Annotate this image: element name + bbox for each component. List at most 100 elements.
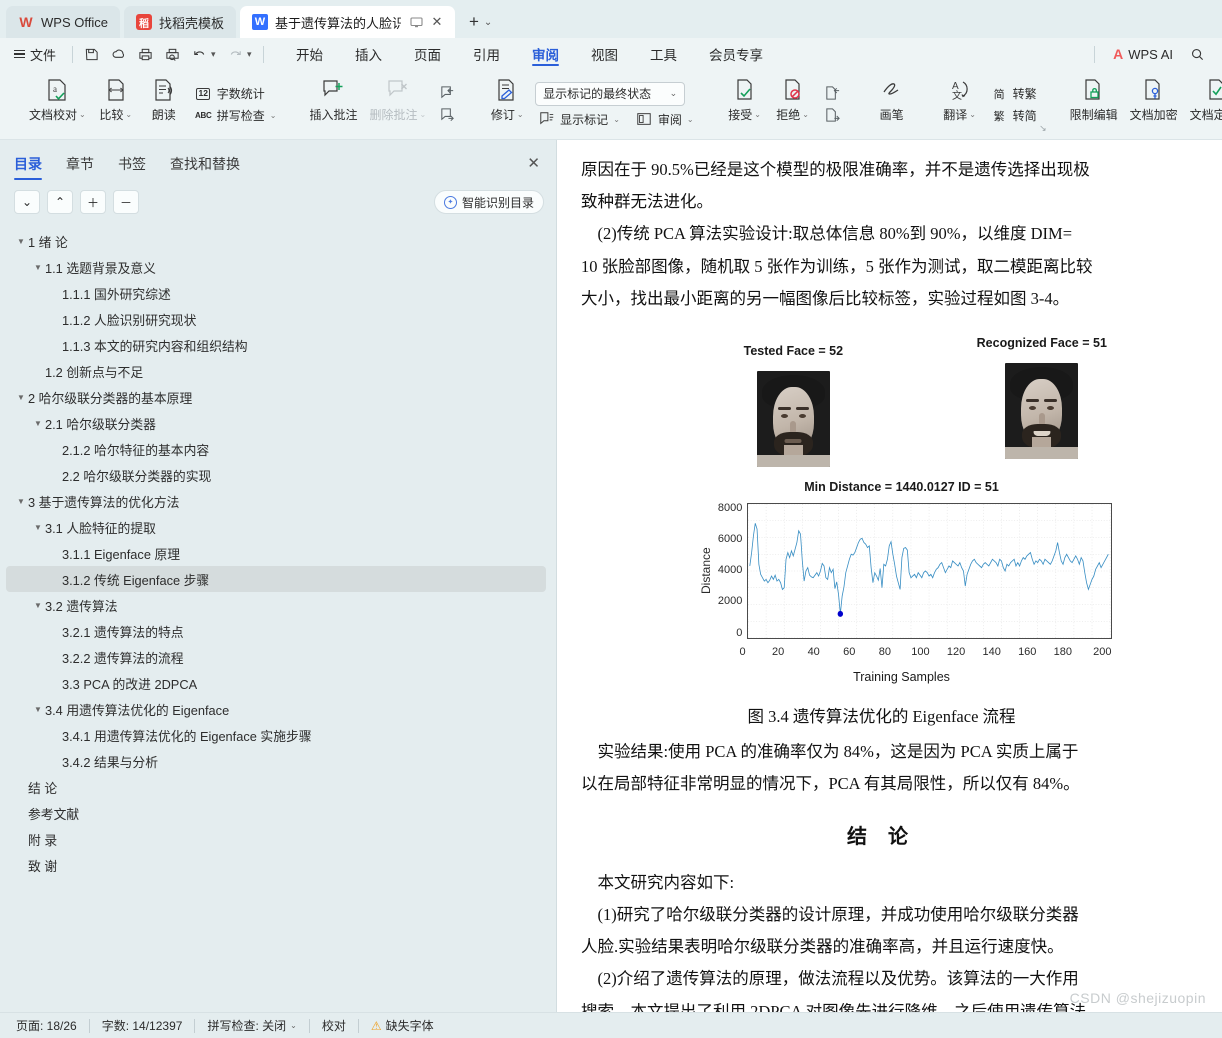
to-traditional-button[interactable]: 简 转繁	[988, 85, 1040, 102]
chevron-down-icon[interactable]: ⌄	[754, 110, 761, 119]
toc-item[interactable]: 1.1.2 人脸识别研究现状	[6, 306, 546, 332]
toc-item[interactable]: 3.4.2 结果与分析	[6, 748, 546, 774]
prev-change-button[interactable]	[821, 85, 844, 102]
toc-item[interactable]: 参考文献	[6, 800, 546, 826]
toc-item[interactable]: 致 谢	[6, 852, 546, 878]
markup-display-dropdown[interactable]: 显示标记的最终状态 ⌄	[535, 81, 686, 106]
menu-tab-start[interactable]: 开始	[280, 39, 339, 69]
menu-tab-tools[interactable]: 工具	[634, 39, 693, 69]
read-aloud-button[interactable]: 朗读	[140, 73, 188, 136]
panel-tab-toc[interactable]: 目录	[14, 150, 54, 182]
wps-ai-button[interactable]: A WPS AI	[1107, 46, 1179, 62]
compare-button[interactable]: 比较 ⌄	[92, 73, 140, 136]
search-icon[interactable]	[1185, 42, 1210, 66]
toc-item[interactable]: 3.2.1 遗传算法的特点	[6, 618, 546, 644]
save-icon[interactable]	[79, 42, 104, 66]
menu-tab-member[interactable]: 会员专享	[693, 39, 779, 69]
chevron-down-icon[interactable]: ⌄	[419, 110, 426, 119]
finalize-doc-button[interactable]: 文档定稿⌄	[1184, 73, 1222, 136]
insert-comment-button[interactable]: 插入批注	[303, 73, 363, 136]
chevron-down-icon[interactable]: ⌄	[517, 110, 524, 119]
menu-tab-view[interactable]: 视图	[575, 39, 634, 69]
embedded-figure[interactable]: Min Distance = 1440.0127 ID = 51 Tested …	[581, 315, 1222, 694]
chevron-down-icon[interactable]: ▼	[31, 419, 45, 428]
menu-tab-reference[interactable]: 引用	[457, 39, 516, 69]
demote-button[interactable]: －	[113, 190, 139, 214]
delete-comment-button[interactable]: 删除批注 ⌄	[363, 73, 432, 136]
show-markup-button[interactable]: 显示标记 ⌄	[535, 111, 623, 128]
chevron-down-icon[interactable]: ⌄	[125, 110, 132, 119]
spellcheck-indicator[interactable]: 拼写检查: 关闭 ⌄	[195, 1017, 308, 1034]
missing-font-indicator[interactable]: ⚠ 缺失字体	[359, 1017, 446, 1034]
chevron-down-icon[interactable]: ▼	[31, 601, 45, 610]
toc-item[interactable]: ▼ 3.2 遗传算法	[6, 592, 546, 618]
print-icon[interactable]	[133, 42, 158, 66]
chevron-down-icon[interactable]: ⌄	[802, 110, 809, 119]
document-canvas[interactable]: 原因在于 90.5%已经是这个模型的极限准确率，并不是遗传选择出现极 致种群无法…	[557, 140, 1222, 1012]
file-menu-button[interactable]: 文件	[8, 42, 66, 66]
present-mode-icon[interactable]	[408, 14, 424, 30]
toc-item[interactable]: ▼ 3 基于遗传算法的优化方法	[6, 488, 546, 514]
translate-button[interactable]: A文 翻译 ⌄	[936, 73, 984, 136]
spell-check-button[interactable]: ABC 拼写检查 ⌄	[192, 107, 280, 124]
toc-item[interactable]: ▼ 3.1 人脸特征的提取	[6, 514, 546, 540]
panel-tab-find-replace[interactable]: 查找和替换	[158, 150, 252, 182]
restrict-edit-button[interactable]: 限制编辑	[1064, 73, 1124, 136]
next-change-button[interactable]	[821, 107, 844, 124]
menu-tab-page[interactable]: 页面	[398, 39, 457, 69]
toc-item[interactable]: 3.1.1 Eigenface 原理	[6, 540, 546, 566]
chevron-down-icon[interactable]: ▼	[14, 393, 28, 402]
chevron-down-icon[interactable]: ▼	[31, 705, 45, 714]
toc-item[interactable]: 附 录	[6, 826, 546, 852]
move-down-button[interactable]: ⌄	[14, 190, 40, 214]
smart-toc-button[interactable]: ✦ 智能识别目录	[433, 190, 544, 214]
close-icon[interactable]: ✕	[431, 14, 443, 30]
chevron-down-icon[interactable]: ⌄	[270, 111, 277, 120]
undo-dropdown-caret-icon[interactable]: ▾	[211, 42, 221, 66]
reviewing-pane-button[interactable]: 审阅 ⌄	[633, 111, 697, 128]
chevron-down-icon[interactable]: ⌄	[670, 88, 678, 99]
chevron-down-icon[interactable]: ⌄	[969, 110, 976, 119]
tab-docer-template[interactable]: 稻 找稻壳模板	[123, 6, 236, 38]
dialog-launcher-icon[interactable]: ↘	[1039, 123, 1047, 134]
move-up-button[interactable]: ⌃	[47, 190, 73, 214]
print-preview-icon[interactable]	[160, 42, 185, 66]
toc-tree[interactable]: ▼ 1 绪 论 ▼ 1.1 选题背景及意义 1.1.1 国外研究综述 1.1.2 人脸识别…	[0, 224, 556, 1012]
chevron-down-icon[interactable]: ⌄	[613, 115, 620, 124]
new-tab-button[interactable]: + ⌄	[459, 6, 496, 38]
chevron-down-icon[interactable]: ▼	[31, 263, 45, 272]
chevron-down-icon[interactable]: ⌄	[79, 110, 86, 119]
doc-proofread-button[interactable]: a 文档校对 ⌄	[23, 73, 92, 136]
toc-item[interactable]: ▼ 3.4 用遗传算法优化的 Eigenface	[6, 696, 546, 722]
toc-item[interactable]: 1.2 创新点与不足	[6, 358, 546, 384]
chevron-down-icon[interactable]: ⌄	[687, 115, 694, 124]
word-count-button[interactable]: 12 字数统计	[192, 85, 280, 102]
accept-change-button[interactable]: 接受 ⌄	[721, 73, 769, 136]
toc-item[interactable]: ▼ 2 哈尔级联分类器的基本原理	[6, 384, 546, 410]
chevron-down-icon[interactable]: ▼	[14, 237, 28, 246]
toc-item[interactable]: 3.3 PCA 的改进 2DPCA	[6, 670, 546, 696]
toc-item[interactable]: ▼ 2.1 哈尔级联分类器	[6, 410, 546, 436]
close-icon[interactable]: ✕	[523, 154, 544, 178]
reject-change-button[interactable]: 拒绝 ⌄	[769, 73, 817, 136]
cloud-sync-icon[interactable]	[106, 42, 131, 66]
chevron-down-icon[interactable]: ▼	[31, 523, 45, 532]
menu-tab-insert[interactable]: 插入	[339, 39, 398, 69]
word-count-indicator[interactable]: 字数: 14/12397	[90, 1017, 195, 1034]
toc-item[interactable]: 2.2 哈尔级联分类器的实现	[6, 462, 546, 488]
toc-item[interactable]: 3.2.2 遗传算法的流程	[6, 644, 546, 670]
track-changes-button[interactable]: 修订 ⌄	[483, 73, 531, 136]
redo-icon[interactable]	[223, 42, 248, 66]
toc-item[interactable]: 3.1.2 传统 Eigenface 步骤	[6, 566, 546, 592]
tab-active-document[interactable]: W 基于遗传算法的人脸识别技术 ✕	[239, 6, 455, 38]
chevron-down-icon[interactable]: ▼	[14, 497, 28, 506]
menu-tab-review[interactable]: 审阅	[516, 39, 575, 69]
toc-item[interactable]: 结 论	[6, 774, 546, 800]
encrypt-doc-button[interactable]: 文档加密	[1124, 73, 1184, 136]
toc-item[interactable]: 1.1.1 国外研究综述	[6, 280, 546, 306]
toc-item[interactable]: ▼ 1.1 选题背景及意义	[6, 254, 546, 280]
document-page[interactable]: 原因在于 90.5%已经是这个模型的极限准确率，并不是遗传选择出现极 致种群无法…	[557, 140, 1222, 1012]
toc-item[interactable]: 1.1.3 本文的研究内容和组织结构	[6, 332, 546, 358]
to-simplified-button[interactable]: 繁 转简	[988, 107, 1040, 124]
next-comment-button[interactable]	[436, 107, 459, 124]
